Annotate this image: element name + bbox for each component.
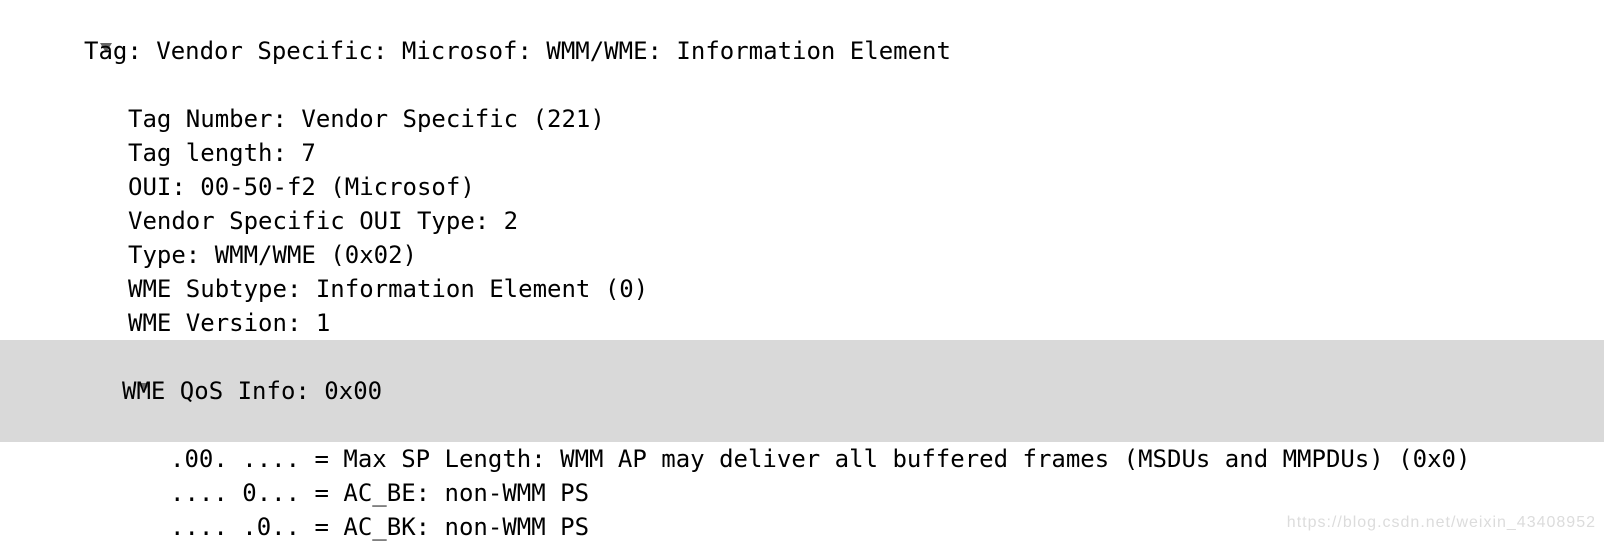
tree-row[interactable]: Tag Number: Vendor Specific (221)	[0, 102, 1604, 136]
tree-row[interactable]: WME Version: 1	[0, 306, 1604, 340]
tree-label: Tag length: 7	[128, 136, 316, 170]
tree-label: OUI: 00-50-f2 (Microsof)	[128, 170, 475, 204]
chevron-down-icon[interactable]	[62, 0, 84, 102]
tree-row-qos-header[interactable]: WME QoS Info: 0x00	[0, 340, 1604, 442]
tree-label: Tag: Vendor Specific: Microsof: WMM/WME:…	[84, 34, 951, 68]
tree-label: Vendor Specific OUI Type: 2	[128, 204, 518, 238]
tree-label: WME Subtype: Information Element (0)	[128, 272, 648, 306]
tree-row[interactable]: Vendor Specific OUI Type: 2	[0, 204, 1604, 238]
tree-label: WME Version: 1	[128, 306, 330, 340]
tree-row[interactable]: WME Subtype: Information Element (0)	[0, 272, 1604, 306]
watermark-text: https://blog.csdn.net/weixin_43408952	[1287, 506, 1596, 540]
tree-label: Type: WMM/WME (0x02)	[128, 238, 417, 272]
tree-row[interactable]: Type: WMM/WME (0x02)	[0, 238, 1604, 272]
tree-label: .... 0... = AC_BE: non-WMM PS	[170, 476, 589, 510]
chevron-down-icon[interactable]	[100, 340, 122, 442]
tree-row[interactable]: Tag length: 7	[0, 136, 1604, 170]
tree-row-tag-header[interactable]: Tag: Vendor Specific: Microsof: WMM/WME:…	[0, 0, 1604, 102]
tree-row-bitfield[interactable]: .... 0... = AC_BE: non-WMM PS	[0, 476, 1604, 510]
tree-label: WME QoS Info: 0x00	[122, 374, 382, 408]
tree-label: .00. .... = Max SP Length: WMM AP may de…	[170, 442, 1470, 476]
tree-row-bitfield[interactable]: .00. .... = Max SP Length: WMM AP may de…	[0, 442, 1604, 476]
tree-row[interactable]: OUI: 00-50-f2 (Microsof)	[0, 170, 1604, 204]
tree-label: .... .0.. = AC_BK: non-WMM PS	[170, 510, 589, 544]
tree-label: Tag Number: Vendor Specific (221)	[128, 102, 605, 136]
